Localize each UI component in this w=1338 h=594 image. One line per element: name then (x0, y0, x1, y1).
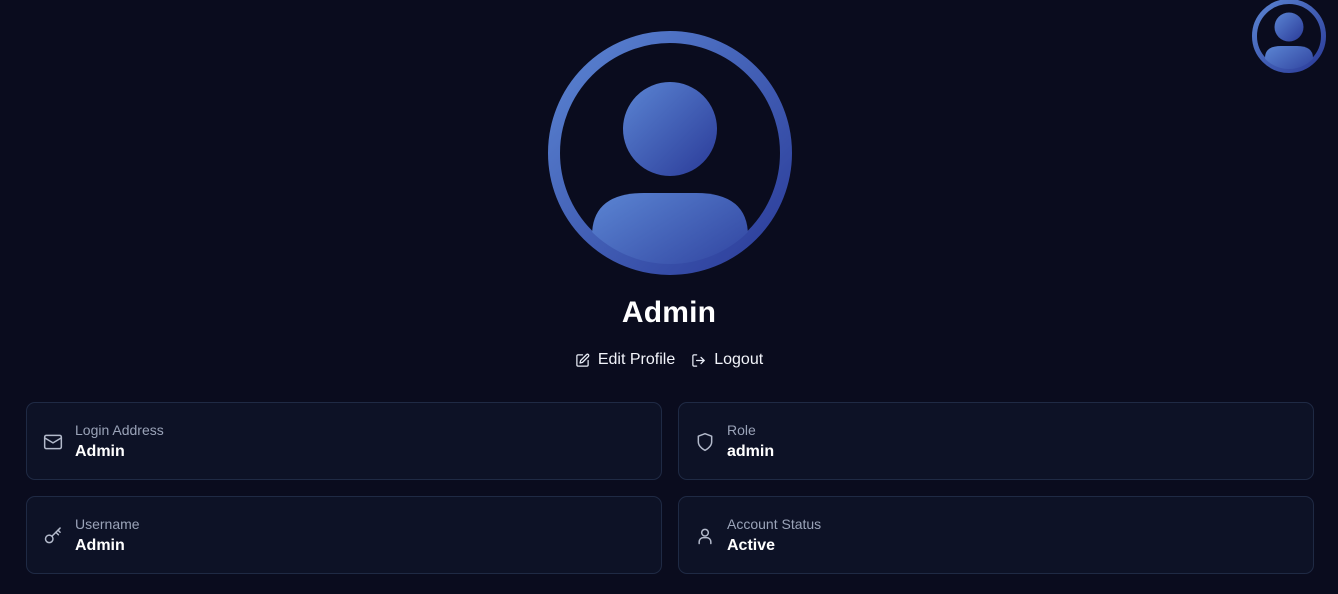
edit-profile-label: Edit Profile (597, 351, 676, 368)
login-address-card: Login Address Admin (26, 402, 662, 480)
login-address-label: Login Address (75, 422, 164, 438)
key-icon (43, 526, 63, 546)
account-menu-avatar[interactable] (1251, 0, 1327, 74)
role-label: Role (727, 422, 756, 438)
user-icon (695, 526, 715, 546)
profile-page: Admin Edit Profile Logout Login Address … (0, 0, 1338, 594)
username-label: Username (75, 516, 140, 532)
edit-icon (575, 353, 590, 368)
role-value: admin (727, 443, 775, 460)
profile-actions: Edit Profile Logout (0, 348, 1338, 372)
shield-icon (695, 432, 715, 452)
role-card: Role admin (678, 402, 1314, 480)
username-value: Admin (75, 537, 125, 554)
profile-name: Admin (621, 296, 717, 329)
username-card: Username Admin (26, 496, 662, 574)
logout-label: Logout (714, 351, 764, 368)
user-avatar-icon (1252, 0, 1326, 73)
profile-avatar (548, 31, 792, 275)
mail-icon (43, 432, 63, 452)
user-avatar-icon (548, 31, 792, 275)
account-status-value: Active (727, 537, 776, 554)
logout-icon (691, 353, 706, 368)
account-status-card: Account Status Active (678, 496, 1314, 574)
edit-profile-button[interactable]: Edit Profile (575, 348, 675, 372)
login-address-value: Admin (75, 443, 125, 460)
logout-button[interactable]: Logout (691, 348, 763, 372)
account-status-label: Account Status (727, 516, 822, 532)
